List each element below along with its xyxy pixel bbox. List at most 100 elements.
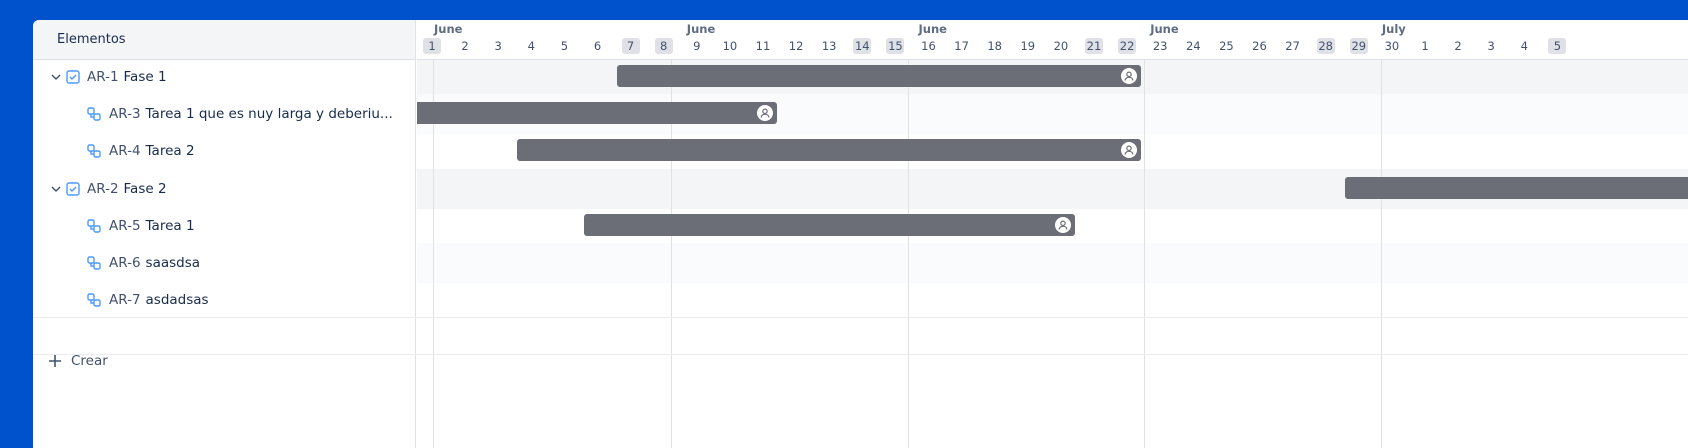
item-link[interactable]: AR-4 Tarea 2 bbox=[109, 143, 195, 159]
day-label: 4 bbox=[1520, 39, 1528, 53]
month-divider bbox=[432, 20, 434, 448]
row-divider bbox=[33, 317, 1688, 319]
item-link[interactable]: AR-6 saasdsa bbox=[109, 255, 200, 271]
day-label: 5 bbox=[1548, 38, 1567, 54]
timeline-bar[interactable] bbox=[517, 139, 1142, 162]
day-label: 25 bbox=[1219, 39, 1234, 53]
subtask-icon bbox=[86, 292, 102, 308]
list-item[interactable]: AR-5 Tarea 1 bbox=[33, 206, 416, 246]
timeline-grid[interactable]: June June June June July 1 2 3 4 5 6 7 8 9 10 11 12 13 14 1… bbox=[417, 20, 1688, 448]
item-title: Fase 2 bbox=[123, 180, 167, 197]
timeline-panel: Elementos AR-1 Fase 1 AR-3 Tarea 1 que es n… bbox=[33, 20, 1688, 448]
day-label: 7 bbox=[621, 38, 640, 54]
item-link[interactable]: AR-7 asdadsas bbox=[109, 292, 209, 308]
item-key: AR-4 bbox=[109, 143, 141, 160]
item-key: AR-3 bbox=[109, 106, 141, 123]
avatar-icon[interactable] bbox=[1054, 216, 1071, 233]
subtask-icon bbox=[86, 255, 102, 271]
timeline-bar[interactable] bbox=[583, 213, 1075, 236]
item-link[interactable]: AR-3 Tarea 1 que es nuy larga y deberiu..… bbox=[109, 106, 393, 122]
day-label: 2 bbox=[461, 39, 469, 53]
day-label: 29 bbox=[1349, 38, 1368, 54]
avatar-icon[interactable] bbox=[757, 105, 773, 122]
month-label: June bbox=[918, 22, 947, 36]
day-label: 24 bbox=[1185, 39, 1201, 53]
checkbox-icon bbox=[65, 69, 81, 85]
timeline-row bbox=[417, 243, 1688, 283]
timeline-header: June June June June July 1 2 3 4 5 6 7 8 9 10 11 12 13 14 1… bbox=[417, 20, 1688, 60]
day-label: 21 bbox=[1085, 38, 1103, 54]
timeline-bar[interactable] bbox=[1344, 176, 1688, 199]
list-item[interactable]: AR-2 Fase 2 bbox=[33, 169, 416, 209]
item-key: AR-5 bbox=[109, 217, 141, 234]
item-key: AR-2 bbox=[87, 180, 119, 197]
item-link[interactable]: AR-5 Tarea 1 bbox=[109, 218, 195, 234]
day-label: 13 bbox=[821, 39, 837, 53]
item-title: Tarea 2 bbox=[145, 143, 195, 160]
day-label: 17 bbox=[954, 39, 969, 53]
item-title: asdadsas bbox=[145, 292, 209, 309]
list-item[interactable]: AR-6 saasdsa bbox=[33, 243, 416, 283]
day-label: 19 bbox=[1020, 39, 1036, 53]
create-button[interactable]: Crear bbox=[33, 341, 416, 381]
day-label: 15 bbox=[886, 38, 905, 54]
day-label: 16 bbox=[921, 39, 936, 53]
item-key: AR-1 bbox=[87, 69, 119, 85]
list-item[interactable]: AR-4 Tarea 2 bbox=[33, 131, 416, 171]
checkbox-icon bbox=[65, 181, 81, 197]
list-header: Elementos bbox=[33, 20, 415, 60]
day-label: 11 bbox=[755, 39, 771, 53]
item-title: Fase 1 bbox=[123, 69, 167, 85]
chevron-down-icon[interactable] bbox=[49, 182, 63, 196]
avatar-icon[interactable] bbox=[1121, 68, 1138, 84]
day-label: 30 bbox=[1384, 39, 1400, 53]
day-label: 6 bbox=[593, 39, 602, 53]
month-divider bbox=[1380, 20, 1382, 448]
month-label: June bbox=[434, 22, 463, 36]
subtask-icon bbox=[86, 106, 102, 122]
day-label: 8 bbox=[654, 38, 673, 54]
subtask-icon bbox=[86, 218, 102, 234]
plus-icon bbox=[49, 355, 61, 367]
month-divider bbox=[1144, 20, 1146, 448]
day-label: 1 bbox=[423, 38, 441, 54]
day-label: 12 bbox=[788, 39, 804, 53]
create-label: Crear bbox=[71, 353, 108, 369]
items-list: Elementos AR-1 Fase 1 AR-3 Tarea 1 que es n… bbox=[33, 20, 416, 448]
item-title: saasdsa bbox=[145, 255, 201, 271]
day-label: 14 bbox=[853, 38, 872, 54]
item-link[interactable]: AR-2 Fase 2 bbox=[87, 181, 167, 197]
item-link[interactable]: AR-1 Fase 1 bbox=[87, 69, 167, 85]
day-label: 20 bbox=[1053, 39, 1069, 53]
chevron-down-icon[interactable] bbox=[49, 70, 63, 84]
day-label: 23 bbox=[1152, 39, 1168, 53]
avatar-icon[interactable] bbox=[1121, 142, 1138, 159]
timeline-bar[interactable] bbox=[616, 65, 1142, 87]
day-label: 4 bbox=[527, 39, 535, 53]
day-label: 3 bbox=[1487, 39, 1495, 53]
subtask-icon bbox=[86, 143, 102, 159]
timeline-bar[interactable] bbox=[417, 102, 777, 125]
day-label: 22 bbox=[1118, 38, 1137, 54]
item-key: AR-6 bbox=[109, 255, 141, 271]
day-label: 28 bbox=[1316, 38, 1335, 54]
list-item[interactable]: AR-3 Tarea 1 que es nuy larga y deberiu..… bbox=[33, 94, 416, 134]
month-label: June bbox=[1150, 22, 1179, 36]
day-label: 5 bbox=[560, 39, 569, 53]
item-title: Tarea 1 que es nuy larga y deberiu... bbox=[145, 106, 393, 123]
item-key: AR-7 bbox=[109, 292, 141, 309]
item-title: Tarea 1 bbox=[145, 217, 195, 234]
list-item[interactable]: AR-1 Fase 1 bbox=[33, 57, 416, 97]
day-label: 26 bbox=[1252, 39, 1267, 53]
list-item[interactable]: AR-7 asdadsas bbox=[33, 280, 416, 320]
day-label: 18 bbox=[987, 39, 1002, 53]
list-header-label: Elementos bbox=[57, 32, 126, 47]
day-label: 1 bbox=[1421, 39, 1429, 53]
month-label: June bbox=[686, 22, 716, 36]
day-label: 27 bbox=[1285, 39, 1300, 53]
day-label: 3 bbox=[494, 39, 502, 53]
month-label: July bbox=[1381, 22, 1406, 36]
timeline-row bbox=[417, 280, 1688, 320]
day-label: 9 bbox=[693, 39, 701, 53]
day-label: 2 bbox=[1454, 39, 1462, 53]
